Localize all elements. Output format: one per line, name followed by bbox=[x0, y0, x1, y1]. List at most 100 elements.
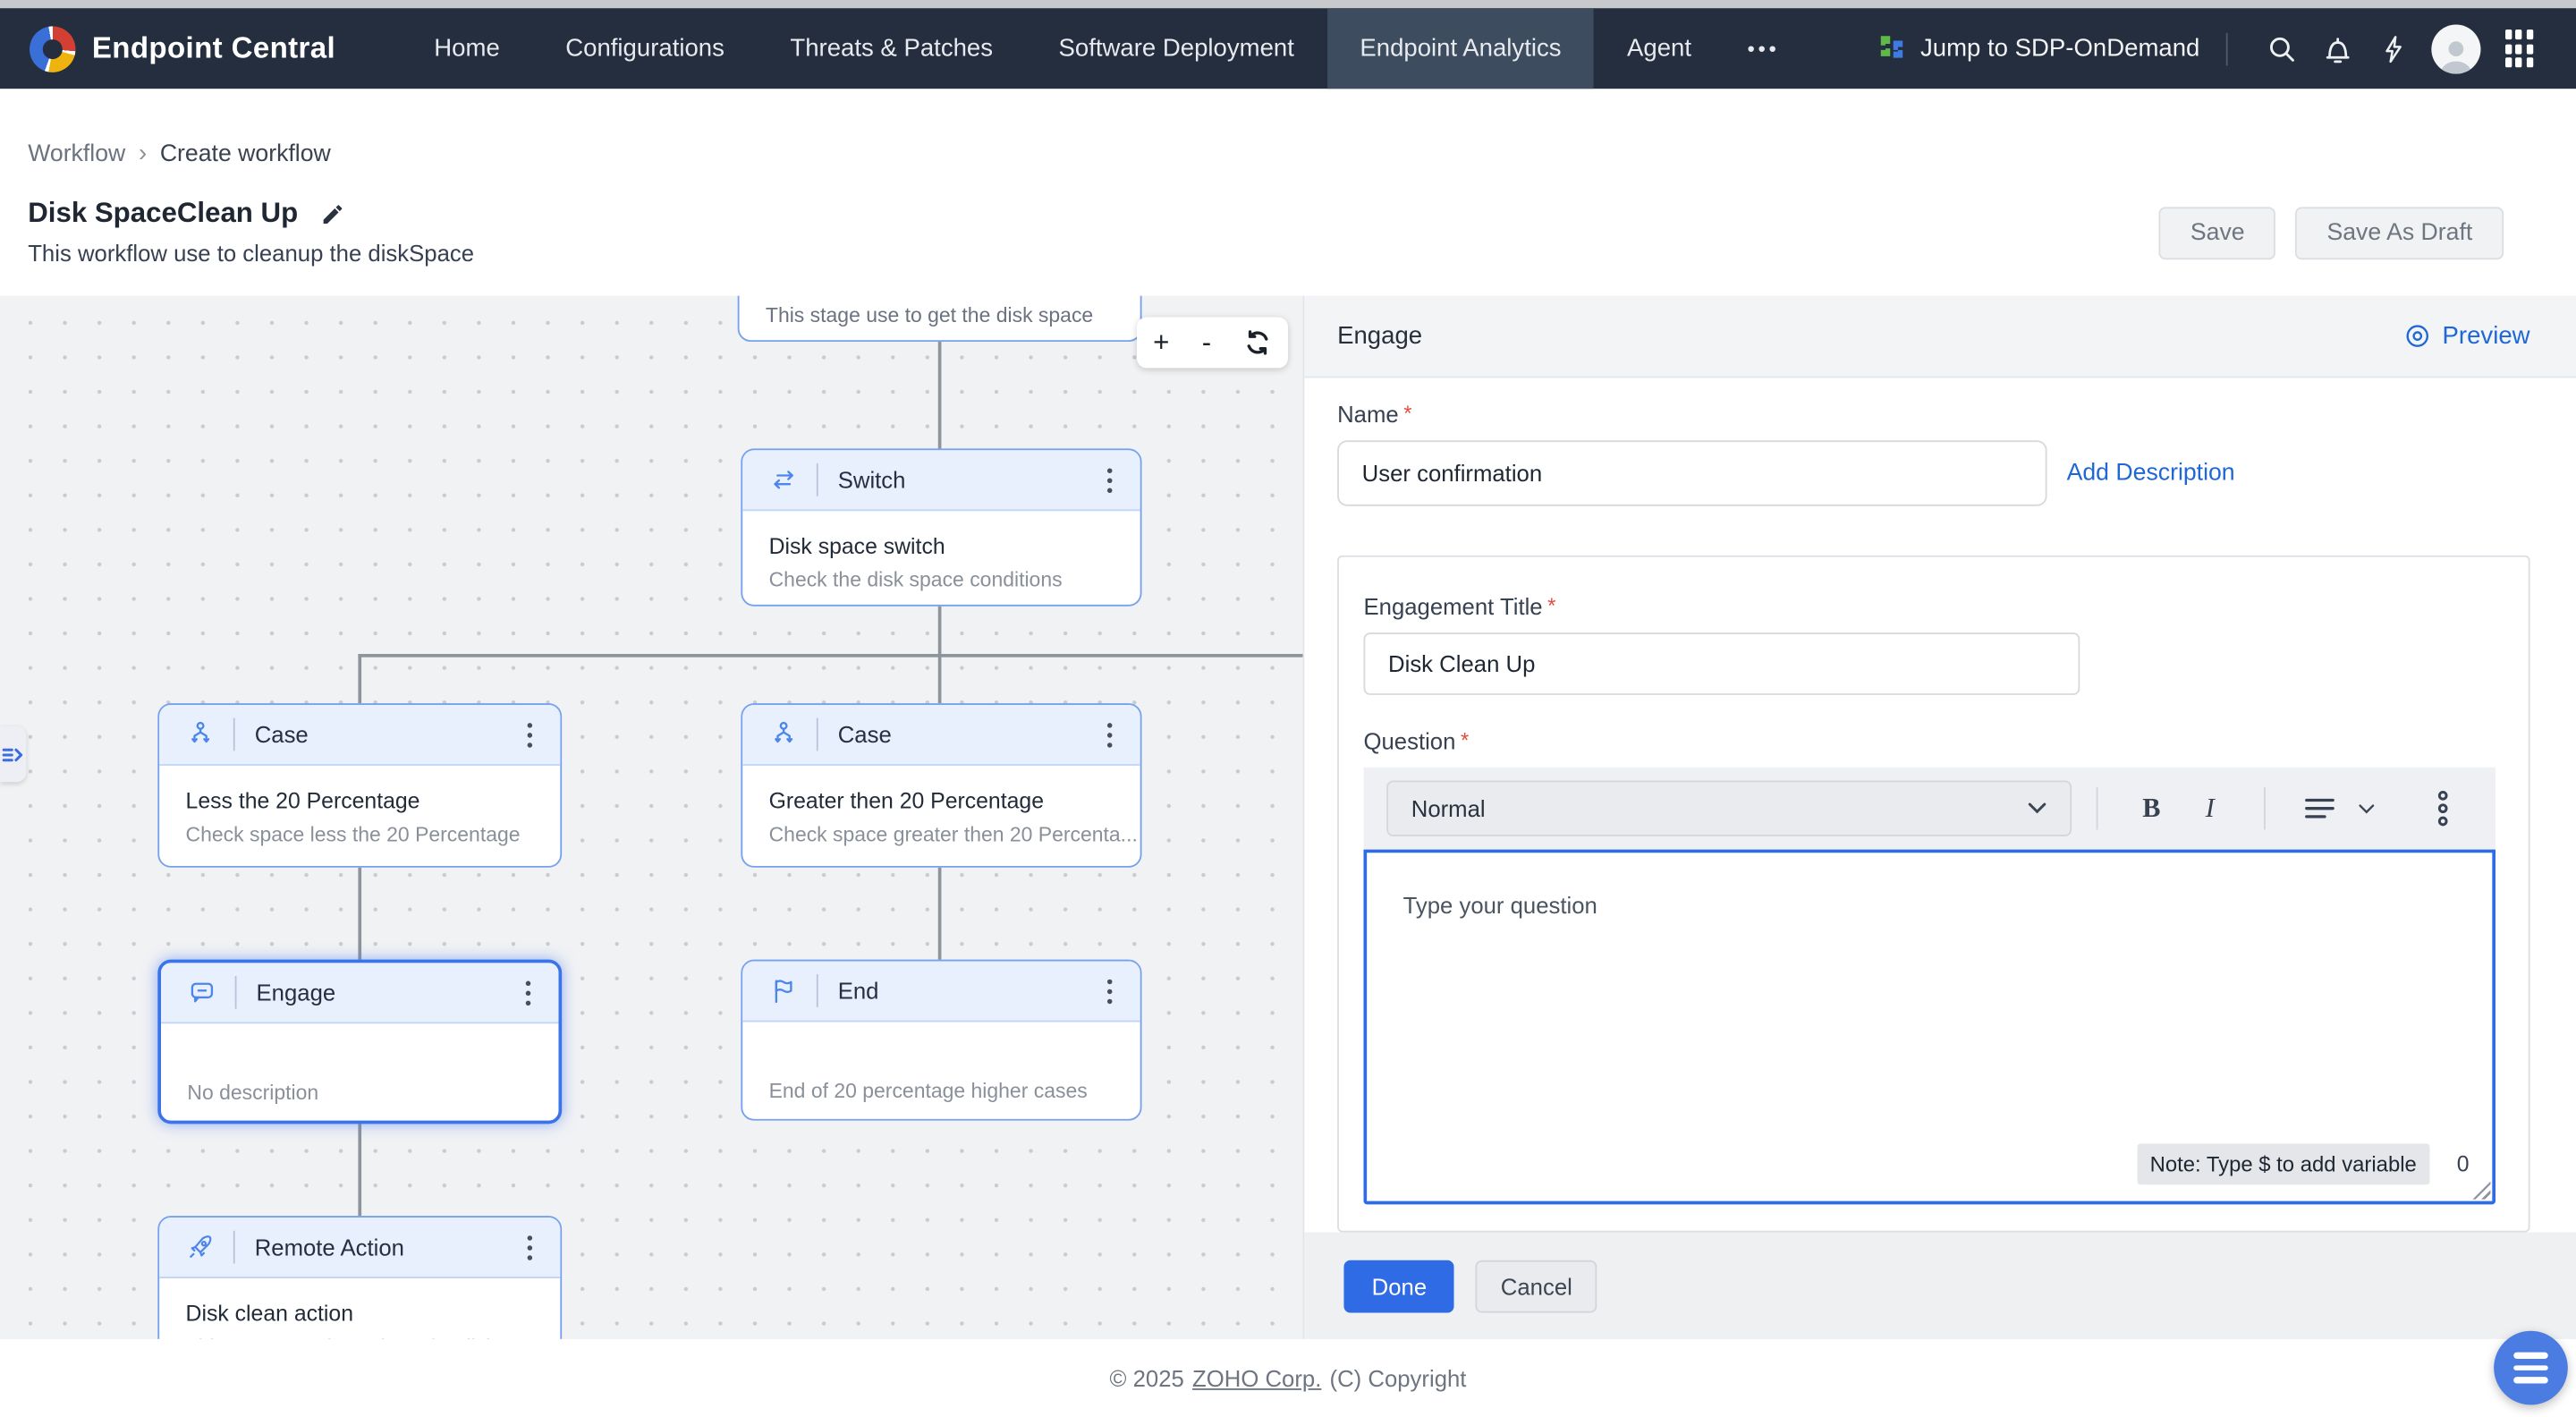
done-button[interactable]: Done bbox=[1343, 1260, 1454, 1313]
cancel-button[interactable]: Cancel bbox=[1476, 1260, 1597, 1313]
search-icon[interactable] bbox=[2254, 21, 2309, 76]
node-menu-kebab-icon[interactable] bbox=[509, 980, 545, 1005]
chevron-down-icon bbox=[2358, 802, 2376, 814]
node-start-stage[interactable]: This stage use to get the disk space bbox=[738, 296, 1142, 342]
more-dots-icon bbox=[2436, 790, 2450, 826]
question-editor[interactable]: Type your question Note: Type $ to add v… bbox=[1363, 850, 2496, 1205]
user-avatar[interactable] bbox=[2431, 24, 2480, 73]
name-label: Name* bbox=[1337, 401, 1411, 430]
node-case-less[interactable]: Case Less the 20 Percentage Check space … bbox=[157, 703, 562, 868]
panel-header: Engage Preview bbox=[1304, 296, 2576, 378]
node-menu-kebab-icon[interactable] bbox=[1091, 979, 1127, 1004]
node-case-greater[interactable]: Case Greater then 20 Percentage Check sp… bbox=[741, 703, 1141, 868]
variable-note: Note: Type $ to add variable bbox=[2137, 1143, 2430, 1184]
canvas-zoom-controls: + - bbox=[1137, 317, 1288, 368]
nav-item-agent[interactable]: Agent bbox=[1594, 8, 1724, 89]
remote-action-rocket-icon bbox=[186, 1233, 216, 1262]
node-menu-kebab-icon[interactable] bbox=[511, 722, 547, 747]
toolbar-separator bbox=[2096, 787, 2097, 830]
connector bbox=[358, 654, 360, 703]
connector bbox=[938, 654, 941, 703]
preview-link[interactable]: Preview bbox=[2402, 322, 2529, 350]
node-desc: Check the disk space conditions bbox=[769, 569, 1114, 592]
connector bbox=[358, 868, 360, 960]
node-title: End bbox=[838, 978, 1091, 1004]
char-count: 0 bbox=[2457, 1152, 2470, 1177]
edit-pencil-icon[interactable] bbox=[321, 201, 346, 226]
engagement-title-input[interactable] bbox=[1363, 632, 2080, 695]
preview-eye-icon bbox=[2402, 322, 2430, 350]
node-remote-action[interactable]: Remote Action Disk clean action This rem… bbox=[157, 1216, 562, 1339]
format-select[interactable]: Normal bbox=[1386, 780, 2072, 836]
node-engage[interactable]: Engage No description bbox=[157, 960, 562, 1124]
save-as-draft-button[interactable]: Save As Draft bbox=[2296, 207, 2504, 259]
workflow-canvas[interactable]: This stage use to get the disk space Swi… bbox=[0, 296, 1303, 1339]
engage-icon bbox=[187, 978, 216, 1007]
quick-actions-lightning-icon[interactable] bbox=[2366, 21, 2421, 76]
breadcrumb: Workflow › Create workflow bbox=[28, 140, 331, 167]
node-menu-kebab-icon[interactable] bbox=[1091, 468, 1127, 493]
bold-button[interactable]: B bbox=[2123, 780, 2181, 836]
panel-title: Engage bbox=[1337, 322, 1422, 350]
node-menu-kebab-icon[interactable] bbox=[511, 1235, 547, 1260]
question-placeholder: Type your question bbox=[1403, 892, 1597, 918]
jump-to-sdp-link[interactable]: Jump to SDP-OnDemand bbox=[1876, 33, 2199, 64]
nav-divider bbox=[2226, 32, 2228, 65]
name-input[interactable] bbox=[1337, 440, 2046, 505]
node-name: Greater then 20 Percentage bbox=[769, 789, 1114, 819]
sdp-ondemand-icon bbox=[1876, 33, 1907, 64]
brand-name: Endpoint Central bbox=[92, 31, 335, 66]
node-name: Disk clean action bbox=[186, 1302, 534, 1331]
engage-properties-panel: Engage Preview Name* Add Description Eng… bbox=[1303, 296, 2576, 1339]
node-desc: Check space greater then 20 Percenta... bbox=[769, 823, 1114, 846]
save-button[interactable]: Save bbox=[2159, 207, 2276, 259]
nav-item-software-deployment[interactable]: Software Deployment bbox=[1026, 8, 1327, 89]
connector bbox=[938, 342, 941, 448]
nav-item-configurations[interactable]: Configurations bbox=[533, 8, 758, 89]
end-flag-icon bbox=[769, 976, 799, 1005]
align-button[interactable] bbox=[2290, 780, 2348, 836]
node-desc: End of 20 percentage higher cases bbox=[769, 1080, 1114, 1103]
screen: Endpoint Central Home Configurations Thr… bbox=[0, 0, 2576, 1417]
node-title: Remote Action bbox=[255, 1234, 512, 1260]
panel-footer: Done Cancel bbox=[1304, 1233, 2576, 1339]
breadcrumb-create-workflow: Create workflow bbox=[160, 140, 331, 166]
node-title: Case bbox=[255, 721, 512, 747]
node-switch[interactable]: Switch Disk space switch Check the disk … bbox=[741, 448, 1141, 606]
workflow-title: Disk SpaceClean Up bbox=[28, 197, 298, 230]
nav-item-threats-patches[interactable]: Threats & Patches bbox=[758, 8, 1026, 89]
node-desc: Check space less the 20 Percentage bbox=[186, 823, 534, 846]
resize-handle[interactable] bbox=[2472, 1182, 2490, 1200]
align-dropdown-button[interactable] bbox=[2349, 780, 2385, 836]
expand-panel-icon bbox=[1, 742, 26, 767]
notification-icon[interactable] bbox=[2309, 21, 2365, 76]
nav-item-home[interactable]: Home bbox=[402, 8, 533, 89]
node-end[interactable]: End End of 20 percentage higher cases bbox=[741, 960, 1141, 1121]
node-menu-kebab-icon[interactable] bbox=[1091, 722, 1127, 747]
node-title: Switch bbox=[838, 467, 1091, 493]
node-name: Less the 20 Percentage bbox=[186, 789, 534, 819]
zoom-in-button[interactable]: + bbox=[1153, 328, 1169, 356]
switch-icon bbox=[769, 465, 799, 495]
zoom-out-button[interactable]: - bbox=[1202, 328, 1211, 356]
case-icon bbox=[769, 719, 799, 749]
window-top-strip bbox=[0, 0, 2576, 8]
sidebar-expander[interactable] bbox=[0, 726, 26, 782]
node-title: Case bbox=[838, 721, 1091, 747]
zoho-corp-link[interactable]: ZOHO Corp. bbox=[1192, 1365, 1321, 1391]
endpoint-central-logo-icon bbox=[30, 25, 75, 71]
floating-menu-button[interactable] bbox=[2494, 1331, 2568, 1405]
apps-grid-icon[interactable] bbox=[2490, 21, 2546, 76]
node-title: Engage bbox=[257, 980, 510, 1005]
save-actions: Save Save As Draft bbox=[2159, 207, 2504, 259]
breadcrumb-workflow[interactable]: Workflow bbox=[28, 140, 125, 166]
engagement-title-label: Engagement Title* bbox=[1363, 593, 1555, 623]
engagement-card: Engagement Title* Question* Normal B I bbox=[1337, 556, 2529, 1233]
reset-view-icon[interactable] bbox=[1244, 328, 1272, 356]
italic-button[interactable]: I bbox=[2181, 780, 2239, 836]
add-description-link[interactable]: Add Description bbox=[2067, 460, 2235, 486]
nav-more-menu[interactable]: ••• bbox=[1724, 8, 1803, 89]
nav-item-endpoint-analytics[interactable]: Endpoint Analytics bbox=[1327, 8, 1595, 89]
brand: Endpoint Central bbox=[0, 25, 402, 71]
more-options-button[interactable] bbox=[2414, 780, 2472, 836]
